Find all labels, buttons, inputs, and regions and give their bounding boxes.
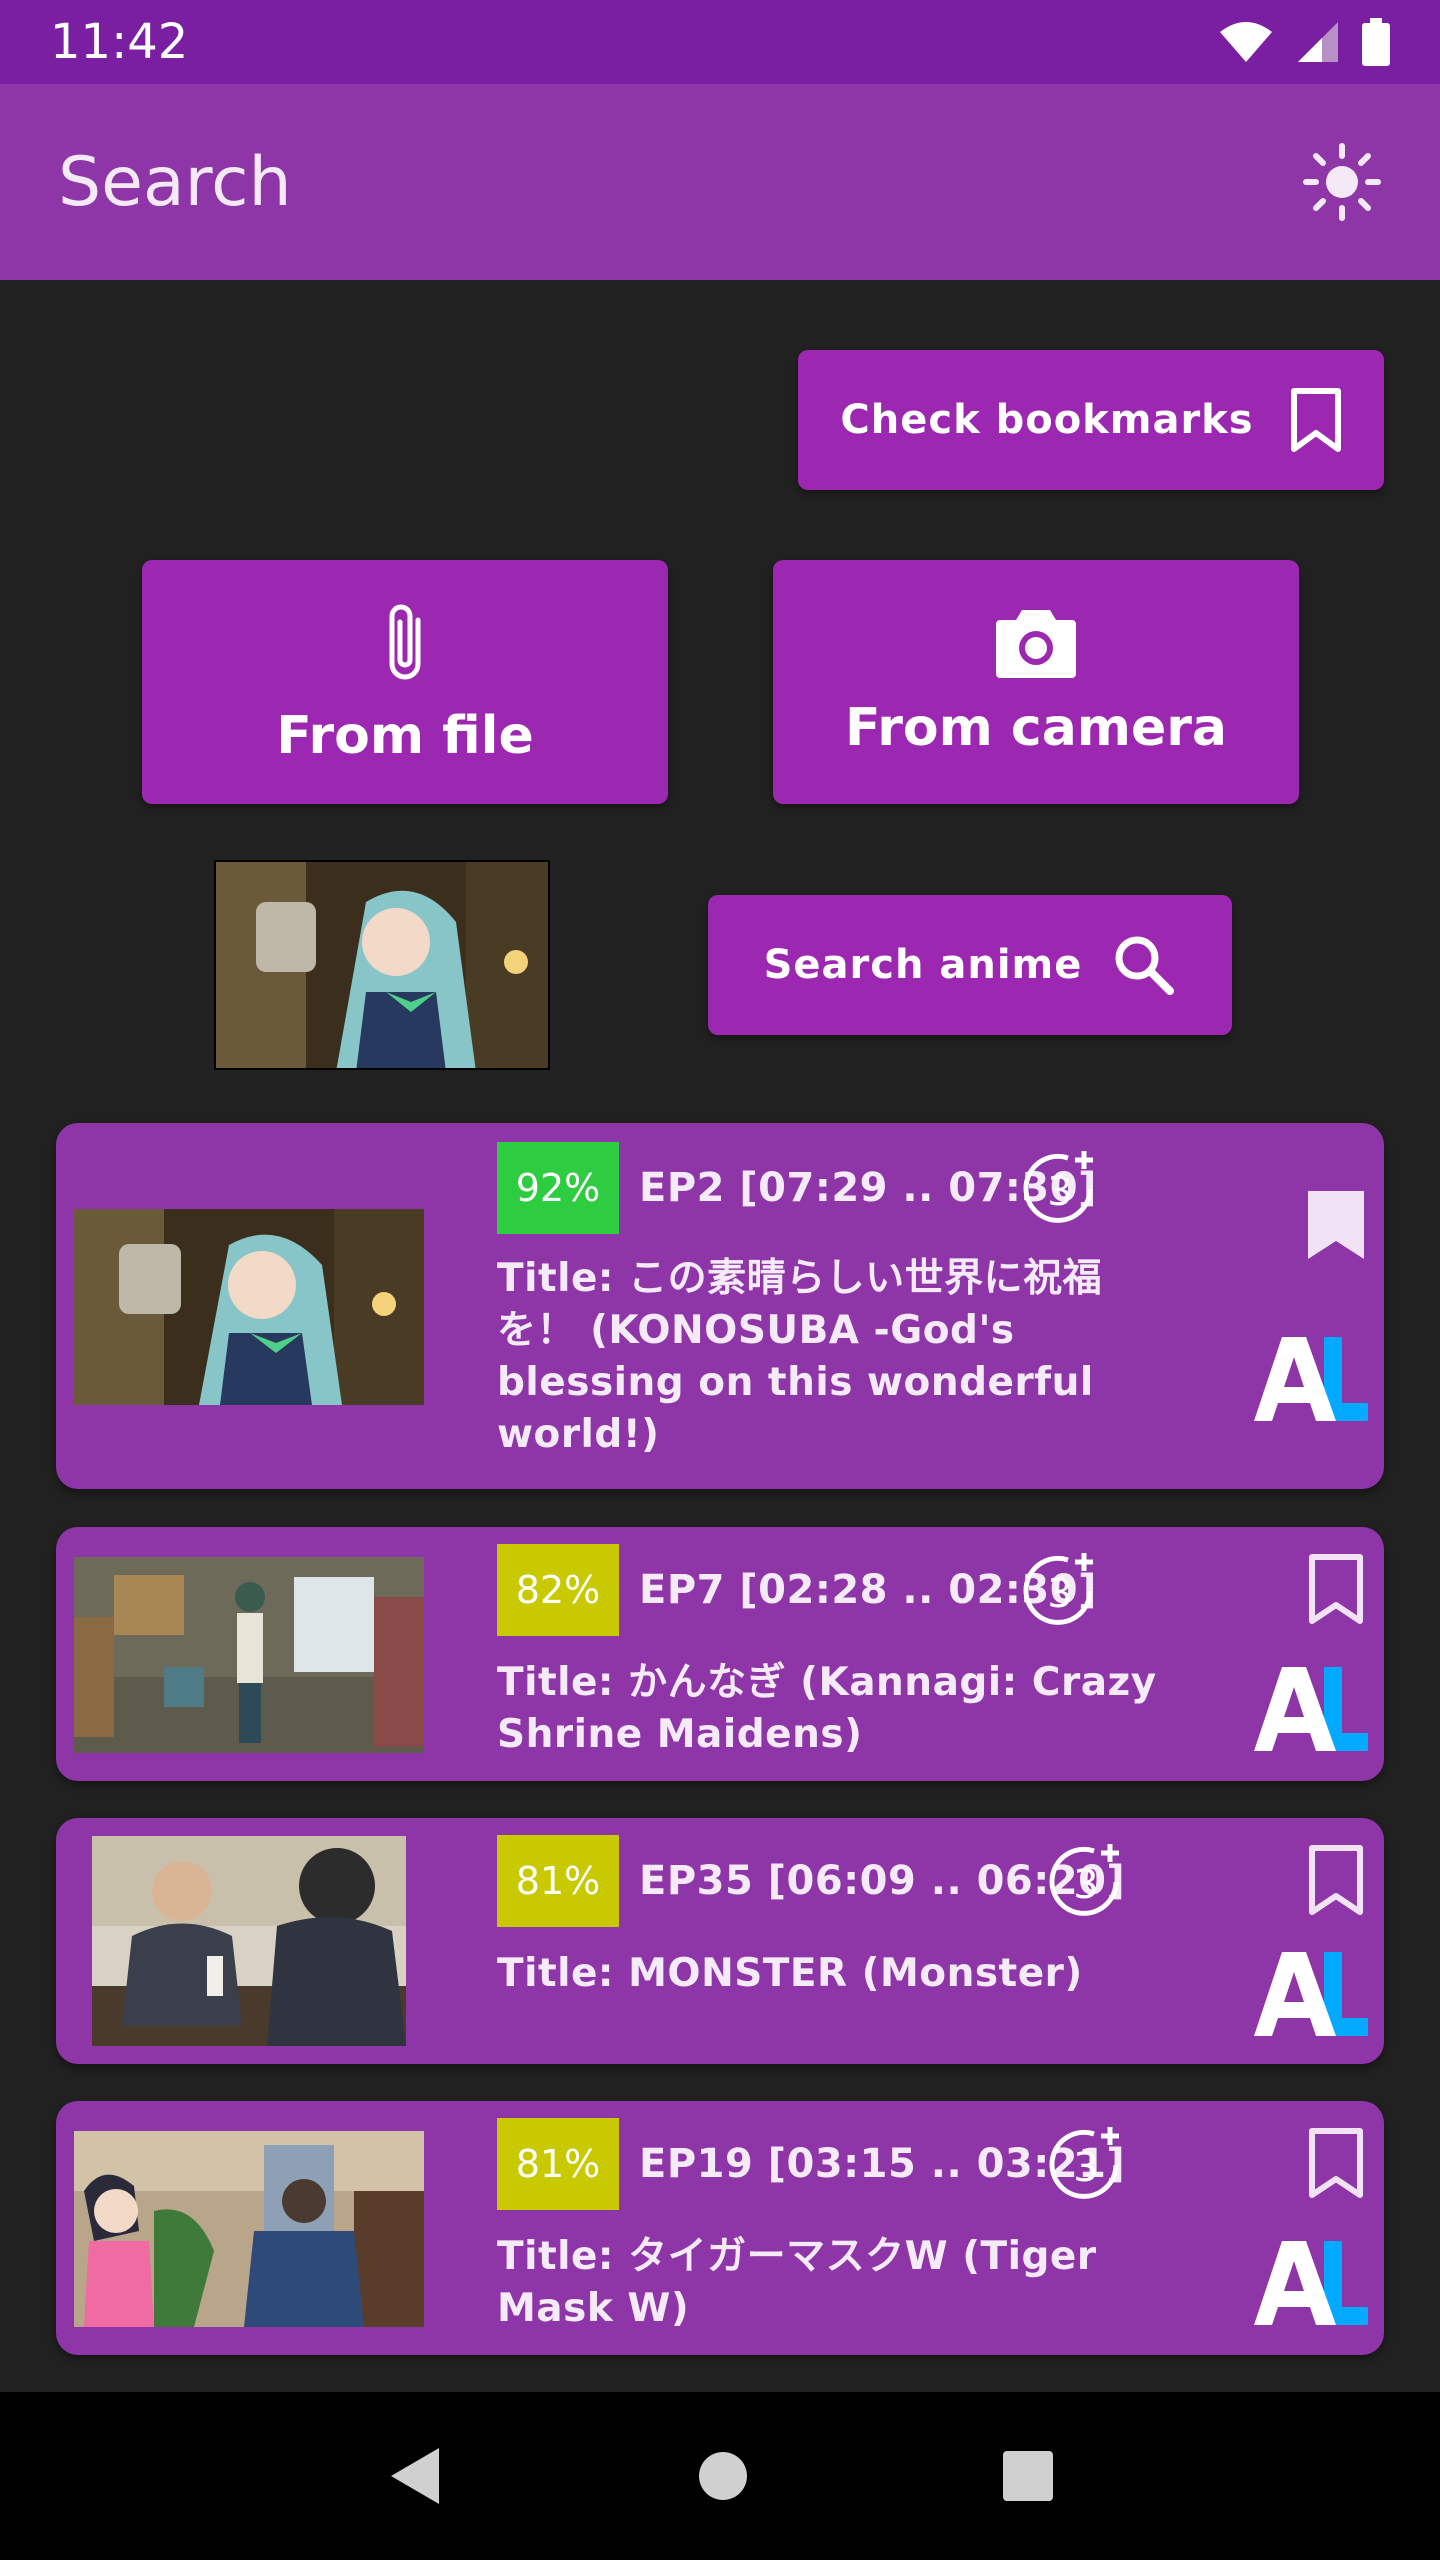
from-camera-button[interactable]: From camera (773, 560, 1299, 804)
bookmark-outline-icon[interactable] (1300, 2125, 1372, 2201)
replay-3-icon[interactable]: 3 (1018, 1147, 1102, 1231)
wifi-icon (1220, 22, 1272, 62)
brightness-icon[interactable] (1302, 142, 1382, 222)
anilist-logo-icon[interactable] (1254, 1333, 1370, 1425)
bookmark-filled-icon[interactable] (1300, 1187, 1372, 1263)
back-icon[interactable] (385, 2444, 445, 2508)
replay-3-icon[interactable]: 3 (1044, 2123, 1128, 2207)
query-image-preview (214, 860, 550, 1070)
from-file-button[interactable]: From file (142, 560, 668, 804)
result-card[interactable]: 92% EP2 [07:29 .. 07:30] 3 Title: この素晴らし… (56, 1123, 1384, 1489)
bookmark-outline-icon (1290, 388, 1341, 452)
anime-title: Title: タイガーマスクW (Tiger Mask W) (497, 2234, 1097, 2331)
check-bookmarks-button[interactable]: Check bookmarks (798, 350, 1384, 490)
anilist-logo-icon[interactable] (1254, 2237, 1370, 2329)
check-bookmarks-label: Check bookmarks (840, 397, 1254, 443)
similarity-badge: 81% (497, 1835, 619, 1927)
svg-text:3: 3 (1073, 2145, 1098, 2191)
result-card[interactable]: 82% EP7 [02:28 .. 02:30] 3 Title: かんなぎ (… (56, 1527, 1384, 1781)
anilist-logo-icon[interactable] (1254, 1663, 1370, 1755)
anime-title: Title: この素晴らしい世界に祝福を！ (KONOSUBA -God's b… (497, 1256, 1103, 1457)
similarity-badge: 82% (497, 1544, 619, 1636)
page-title: Search (58, 142, 292, 222)
recents-icon[interactable] (1001, 2449, 1055, 2503)
result-card[interactable]: 81% EP35 [06:09 .. 06:20] 3 Title: MONST… (56, 1818, 1384, 2064)
replay-3-icon[interactable]: 3 (1018, 1549, 1102, 1633)
bookmark-outline-icon[interactable] (1300, 1551, 1372, 1627)
camera-icon (996, 610, 1076, 678)
search-anime-label: Search anime (763, 942, 1083, 988)
from-camera-label: From camera (845, 698, 1227, 758)
anime-title: Title: MONSTER (Monster) (497, 1951, 1083, 1996)
navigation-bar (0, 2392, 1440, 2560)
svg-text:3: 3 (1073, 1862, 1098, 1908)
search-anime-button[interactable]: Search anime (708, 895, 1232, 1035)
replay-3-icon[interactable]: 3 (1044, 1840, 1128, 1924)
anilist-logo-icon[interactable] (1254, 1948, 1370, 2040)
paperclip-icon (389, 604, 421, 680)
result-thumbnail (92, 1836, 406, 2046)
cellular-signal-icon (1298, 22, 1338, 62)
status-time: 11:42 (50, 14, 189, 70)
result-thumbnail (74, 1209, 424, 1405)
svg-text:3: 3 (1047, 1169, 1072, 1215)
result-thumbnail (74, 2131, 424, 2327)
home-icon[interactable] (695, 2448, 751, 2504)
similarity-badge: 81% (497, 2118, 619, 2210)
svg-text:3: 3 (1047, 1571, 1072, 1617)
search-icon (1115, 936, 1175, 995)
status-bar: 11:42 (0, 0, 1440, 84)
bookmark-outline-icon[interactable] (1300, 1842, 1372, 1918)
similarity-badge: 92% (497, 1142, 619, 1234)
from-file-label: From file (276, 706, 534, 766)
battery-icon (1362, 18, 1390, 66)
result-card[interactable]: 81% EP19 [03:15 .. 03:21] 3 Title: タイガーマ… (56, 2101, 1384, 2355)
anime-title: Title: かんなぎ (Kannagi: Crazy Shrine Maide… (497, 1660, 1157, 1757)
status-icons (1218, 18, 1390, 66)
result-thumbnail (74, 1557, 424, 1753)
app-bar: Search (0, 84, 1440, 280)
